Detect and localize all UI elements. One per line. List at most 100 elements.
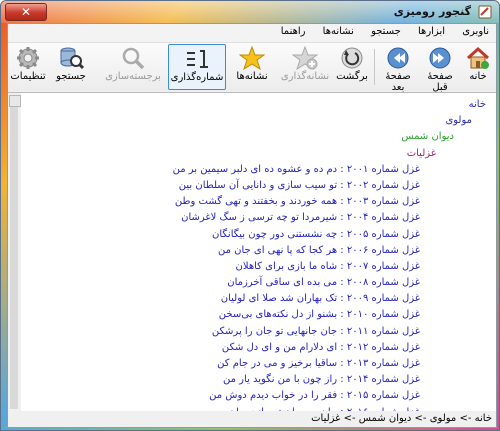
menu-search[interactable]: جستجو [364, 24, 408, 37]
poem-link[interactable]: غزل شماره ۲۰۰۱ : دم ده و عشوه ده ای دلبر… [26, 162, 420, 178]
previous-page-icon [429, 47, 451, 69]
poem-first-line: جان جانهایی تو جان را پرشکن [211, 325, 338, 337]
poem-link[interactable]: غزل شماره ۲۰۱۴ : راز چون با من نگوید یار… [26, 372, 420, 388]
poem-number: غزل شماره ۲۰۱۳ [346, 358, 420, 369]
poem-separator: : [337, 293, 347, 305]
search-button[interactable]: جستجو [52, 44, 90, 88]
home-button[interactable]: خانه [462, 44, 494, 88]
poem-number: غزل شماره ۲۰۰۵ [346, 228, 420, 240]
poem-first-line: تو سیب سازی و دانایی آن سلطان بین [178, 179, 338, 191]
crumb-home[interactable]: خانه [26, 97, 486, 113]
scroll-up-button[interactable] [9, 95, 21, 107]
crumb-divan-shams[interactable]: دیوان شمس [26, 129, 454, 145]
poem-link[interactable]: غزل شماره ۲۰۰۶ : هر کجا که پا نهی ای جان… [26, 243, 420, 259]
menu-navigation[interactable]: ناوبری [455, 24, 496, 37]
menu-help[interactable]: راهنما [274, 24, 313, 37]
back-button[interactable]: برگشت [334, 44, 370, 88]
menu-bar: ناوبری ابزارها جستجو نشانه‌ها راهنما [8, 24, 496, 43]
settings-gear-icon [17, 47, 39, 69]
poem-separator: : [337, 277, 347, 289]
poem-separator: : [337, 341, 347, 353]
add-bookmark-icon [292, 46, 318, 70]
poem-first-line: دم ده و عشوه ده ای دلبر سیمین بر من [172, 163, 338, 175]
add-bookmark-button[interactable]: نشانه‌گذاری [276, 44, 334, 88]
poem-number: غزل شماره ۲۰۱۲ [346, 341, 420, 353]
crumb-ghazaliyat[interactable]: غزلیات [26, 146, 436, 162]
vertical-scrollbar[interactable] [8, 93, 21, 411]
close-button[interactable]: ✕ [5, 3, 47, 21]
bookmarks-star-icon [239, 46, 265, 70]
poem-separator: : [337, 358, 347, 369]
crumb-molavi[interactable]: مولوی [26, 113, 472, 129]
poem-separator: : [337, 212, 347, 224]
window-title: گنجور رومیزی [393, 5, 471, 18]
poem-first-line: شاه ما بازی برای کاهلان [235, 260, 338, 272]
poem-separator: : [337, 244, 347, 256]
poem-separator: : [337, 325, 347, 337]
app-icon [478, 5, 492, 19]
next-page-label: صفحهٔ بعد [385, 71, 411, 93]
poem-separator: : [337, 260, 347, 272]
status-bar: خانه -> مولوی -> دیوان شمس -> غزلیات [8, 411, 496, 427]
poem-first-line: شیرمردا تو چه ترسی ز سگ لاغرشان [181, 212, 338, 224]
previous-page-button[interactable]: صفحهٔ قبل [420, 44, 460, 93]
poem-link[interactable]: غزل شماره ۲۰۰۷ : شاه ما بازی برای کاهلان [26, 259, 420, 275]
bookmarks-button[interactable]: نشانه‌ها [230, 44, 274, 88]
previous-page-label: صفحهٔ قبل [427, 71, 453, 93]
poem-link[interactable]: غزل شماره ۲۰۱۳ : ساقیا برخیز و می در جام… [26, 356, 420, 372]
numbering-label: شماره‌گذاری [170, 72, 224, 83]
poem-link[interactable]: غزل شماره ۲۰۰۳ : همه خوردند و بخفتند و ت… [26, 194, 420, 210]
bookmarks-label: نشانه‌ها [236, 71, 268, 82]
poem-separator: : [337, 163, 347, 175]
toolbar: تنظیمات جستجو برجسته‌سازی [8, 43, 496, 93]
settings-label: تنظیمات [10, 71, 46, 82]
highlight-icon [122, 47, 145, 70]
poem-link[interactable]: غزل شماره ۲۰۰۹ : تک بهاران شد صلا ای لول… [26, 291, 420, 307]
poem-link[interactable]: غزل شماره ۲۰۱۱ : جان جانهایی تو جان را پ… [26, 324, 420, 340]
back-label: برگشت [336, 71, 368, 82]
search-database-icon [60, 47, 84, 70]
menu-tools[interactable]: ابزارها [411, 24, 452, 37]
poem-first-line: ساقیا برخیز و می در جام کن [217, 358, 338, 369]
poem-first-line: بشنو از دل نکته‌های بی‌سخن [218, 309, 338, 321]
numbering-icon [187, 50, 208, 68]
home-icon [466, 46, 490, 69]
home-label: خانه [469, 71, 487, 82]
poem-separator: : [337, 390, 347, 402]
poem-number: غزل شماره ۲۰۰۶ [346, 244, 420, 256]
poem-number: غزل شماره ۲۰۰۸ [346, 277, 420, 289]
poem-link[interactable]: غزل شماره ۲۰۱۵ : فقر را در خواب دیدم دوش… [26, 388, 420, 404]
back-icon [341, 47, 363, 69]
poem-first-line: تک بهاران شد صلا ای لولیان [220, 293, 338, 305]
poem-link[interactable]: غزل شماره ۲۰۱۰ : بشنو از دل نکته‌های بی‌… [26, 307, 420, 323]
poem-separator: : [337, 179, 347, 191]
main-frame: ناوبری ابزارها جستجو نشانه‌ها راهنما تنظ… [7, 23, 497, 428]
poem-number: غزل شماره ۲۰۰۳ [346, 196, 420, 208]
poem-separator: : [337, 196, 347, 208]
scrollbar-thumb[interactable] [10, 107, 18, 409]
title-bar[interactable]: گنجور رومیزی ✕ [1, 1, 499, 23]
poem-link[interactable]: غزل شماره ۲۰۰۸ : می بده ای ساقی آخرزمان [26, 275, 420, 291]
poem-link[interactable]: غزل شماره ۲۰۰۲ : تو سیب سازی و دانایی آن… [26, 178, 420, 194]
menu-bookmarks[interactable]: نشانه‌ها [316, 24, 361, 37]
poem-number: غزل شماره ۲۰۰۴ [346, 212, 420, 224]
highlight-label: برجسته‌سازی [105, 71, 161, 82]
poem-first-line: راز چون با من نگوید یار من [222, 374, 338, 386]
app-window: گنجور رومیزی ✕ ناوبری ابزارها جستجو نشان… [0, 0, 500, 431]
poem-link[interactable]: غزل شماره ۲۰۰۴ : شیرمردا تو چه ترسی ز سگ… [26, 210, 420, 226]
poem-first-line: ای دلارام من و ای دل شکن [221, 341, 338, 353]
highlight-button[interactable]: برجسته‌سازی [102, 44, 164, 88]
next-page-button[interactable]: صفحهٔ بعد [378, 44, 418, 93]
poem-link[interactable]: غزل شماره ۲۰۰۵ : چه نشستنی دور چون بیگان… [26, 227, 420, 243]
poem-separator: : [337, 228, 347, 240]
poem-number: غزل شماره ۲۰۱۰ [346, 309, 420, 321]
settings-button[interactable]: تنظیمات [10, 44, 46, 88]
poem-first-line: فقر را در خواب دیدم دوش من [209, 390, 338, 402]
poem-list: خانه مولوی دیوان شمس غزلیات غزل شماره ۲۰… [26, 97, 486, 411]
poem-link[interactable]: غزل شماره ۲۰۱۲ : ای دلارام من و ای دل شک… [26, 340, 420, 356]
search-label: جستجو [56, 71, 86, 82]
poem-first-line: می بده ای ساقی آخرزمان [227, 277, 338, 289]
numbering-button[interactable]: شماره‌گذاری [168, 44, 226, 90]
poem-number: غزل شماره ۲۰۱۱ [346, 325, 420, 337]
status-path: خانه -> مولوی -> دیوان شمس -> غزلیات [311, 413, 492, 424]
